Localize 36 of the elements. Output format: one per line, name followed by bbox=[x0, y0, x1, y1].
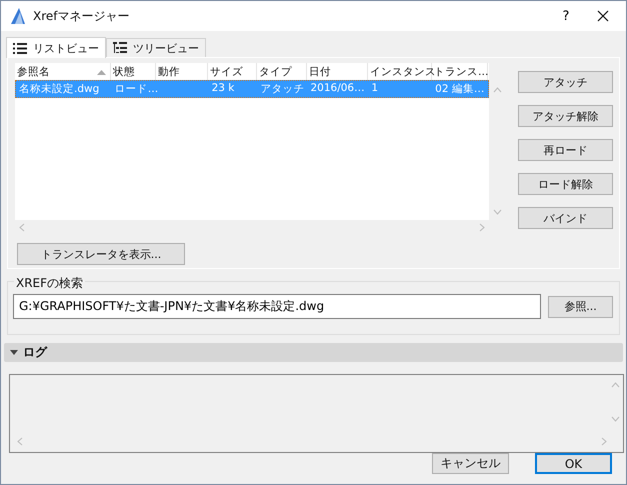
window-title: Xrefマネージャー bbox=[33, 8, 130, 24]
browse-button[interactable]: 参照... bbox=[548, 296, 613, 318]
tree-icon bbox=[113, 42, 127, 54]
log-header[interactable]: ログ bbox=[4, 343, 623, 362]
dialog-button[interactable]: キャンセル bbox=[432, 453, 509, 474]
tab[interactable]: ツリービュー bbox=[106, 38, 206, 57]
table-cell: アタッチ bbox=[260, 83, 304, 95]
scroll-right-icon[interactable] bbox=[479, 223, 485, 232]
action-button[interactable]: バインド bbox=[518, 207, 613, 229]
table-cell: 02 編集… bbox=[435, 83, 484, 95]
action-button[interactable]: 再ロード bbox=[518, 139, 613, 161]
scroll-down-icon[interactable] bbox=[611, 416, 620, 422]
table-cell: 名称未設定.dwg bbox=[19, 83, 100, 95]
table-cell: 2016/06… bbox=[310, 82, 365, 94]
table-cell: 1 bbox=[371, 82, 378, 94]
group-label: XREFの検索 bbox=[14, 275, 86, 292]
list-icon bbox=[13, 42, 27, 54]
scroll-left-icon[interactable] bbox=[17, 437, 23, 446]
path-field[interactable]: G:¥GRAPHISOFT¥た文書-JPN¥た文書¥名称未設定.dwg bbox=[13, 294, 541, 319]
close-icon[interactable] bbox=[597, 10, 609, 22]
translator-button[interactable]: トランスレータを表示... bbox=[17, 243, 185, 265]
table-cell: ロード… bbox=[114, 83, 158, 95]
action-button[interactable]: アタッチ bbox=[518, 71, 613, 93]
scroll-down-icon[interactable] bbox=[493, 209, 502, 215]
action-button[interactable]: ロード解除 bbox=[518, 173, 613, 195]
dialog-button[interactable]: OK bbox=[535, 453, 612, 474]
scroll-up-icon[interactable] bbox=[611, 382, 620, 388]
app-logo-icon bbox=[10, 7, 26, 25]
help-button[interactable]: ? bbox=[551, 8, 581, 24]
scroll-left-icon[interactable] bbox=[19, 223, 25, 232]
action-button[interactable]: アタッチ解除 bbox=[518, 105, 613, 127]
tab[interactable]: リストビュー bbox=[6, 37, 106, 58]
table-cell: 23 k bbox=[212, 82, 234, 94]
log-title: ログ bbox=[23, 344, 47, 361]
scroll-up-icon[interactable] bbox=[493, 87, 502, 93]
scroll-right-icon[interactable] bbox=[601, 437, 607, 446]
